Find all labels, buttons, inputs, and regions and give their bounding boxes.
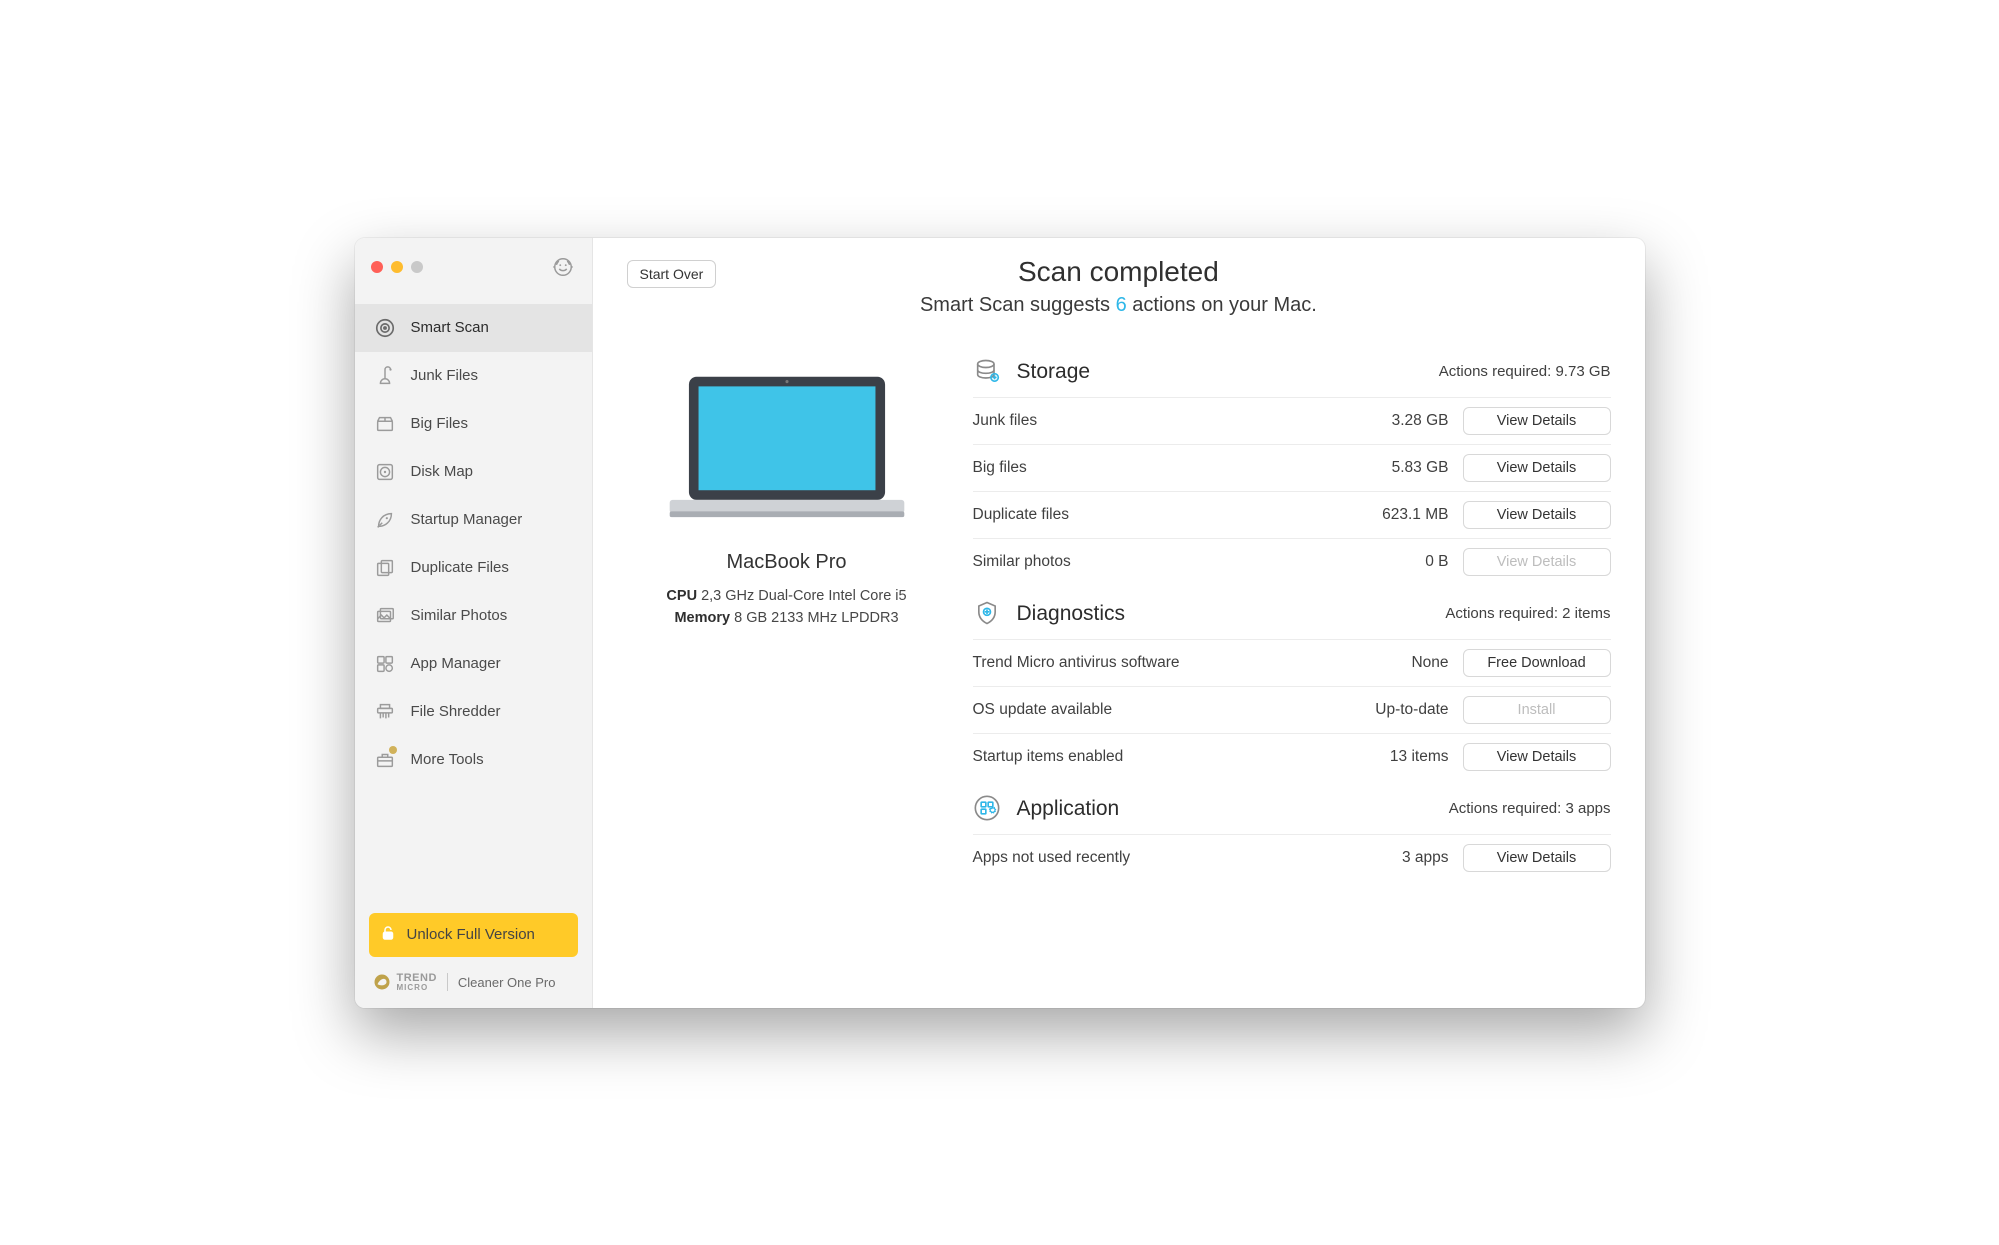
install-button: Install xyxy=(1463,696,1611,724)
section-header-application: Application Actions required: 3 apps xyxy=(973,788,1611,834)
unlock-full-version-button[interactable]: Unlock Full Version xyxy=(369,913,578,957)
sidebar-item-label: Disk Map xyxy=(411,463,474,480)
photos-icon xyxy=(373,604,397,628)
sidebar-item-app-manager[interactable]: App Manager xyxy=(355,640,592,688)
minimize-window-button[interactable] xyxy=(391,261,403,273)
view-details-button[interactable]: View Details xyxy=(1463,454,1611,482)
content-area: MacBook Pro CPU 2,3 GHz Dual-Core Intel … xyxy=(627,351,1611,984)
shredder-icon xyxy=(373,700,397,724)
apps-icon xyxy=(373,652,397,676)
device-panel: MacBook Pro CPU 2,3 GHz Dual-Core Intel … xyxy=(627,351,947,984)
sidebar: Smart Scan Junk Files Big Files Disk Map xyxy=(355,238,593,1008)
storage-icon xyxy=(973,357,1003,387)
sidebar-item-label: Startup Manager xyxy=(411,511,523,528)
section-header-diagnostics: Diagnostics Actions required: 2 items xyxy=(973,593,1611,639)
sidebar-item-label: App Manager xyxy=(411,655,501,672)
row-big-files: Big files 5.83 GB View Details xyxy=(973,444,1611,491)
brand-primary: TREND xyxy=(397,973,437,984)
target-icon xyxy=(373,316,397,340)
section-title: Application xyxy=(1017,797,1120,821)
view-details-button[interactable]: View Details xyxy=(1463,407,1611,435)
vacuum-icon xyxy=(373,364,397,388)
section-title: Storage xyxy=(1017,360,1091,384)
page-title: Scan completed xyxy=(716,256,1520,288)
disk-icon xyxy=(373,460,397,484)
row-duplicate-files: Duplicate files 623.1 MB View Details xyxy=(973,491,1611,538)
trend-micro-logo: TREND MICRO xyxy=(373,973,437,992)
sidebar-item-label: Duplicate Files xyxy=(411,559,509,576)
view-details-button[interactable]: View Details xyxy=(1463,844,1611,872)
close-window-button[interactable] xyxy=(371,261,383,273)
view-details-button: View Details xyxy=(1463,548,1611,576)
row-similar-photos: Similar photos 0 B View Details xyxy=(973,538,1611,585)
sidebar-item-file-shredder[interactable]: File Shredder xyxy=(355,688,592,736)
row-os-update: OS update available Up-to-date Install xyxy=(973,686,1611,733)
section-title: Diagnostics xyxy=(1017,602,1126,626)
app-window: Smart Scan Junk Files Big Files Disk Map xyxy=(355,238,1645,1008)
headline: Scan completed Smart Scan suggests 6 act… xyxy=(716,256,1520,317)
sidebar-item-label: Similar Photos xyxy=(411,607,508,624)
box-icon xyxy=(373,412,397,436)
view-details-button[interactable]: View Details xyxy=(1463,743,1611,771)
free-download-button[interactable]: Free Download xyxy=(1463,649,1611,677)
sidebar-nav: Smart Scan Junk Files Big Files Disk Map xyxy=(355,304,592,784)
main-content: Start Over Scan completed Smart Scan sug… xyxy=(593,238,1645,1008)
brand-secondary: MICRO xyxy=(397,984,437,992)
start-over-button[interactable]: Start Over xyxy=(627,260,717,288)
section-required: Actions required: 9.73 GB xyxy=(1439,363,1611,380)
sidebar-item-startup-manager[interactable]: Startup Manager xyxy=(355,496,592,544)
rocket-icon xyxy=(373,508,397,532)
sidebar-item-more-tools[interactable]: More Tools xyxy=(355,736,592,784)
device-name: MacBook Pro xyxy=(627,551,947,574)
maximize-window-button[interactable] xyxy=(411,261,423,273)
sidebar-item-big-files[interactable]: Big Files xyxy=(355,400,592,448)
page-subtitle: Smart Scan suggests 6 actions on your Ma… xyxy=(716,294,1520,317)
section-required: Actions required: 2 items xyxy=(1445,605,1610,622)
row-junk-files: Junk files 3.28 GB View Details xyxy=(973,397,1611,444)
topbar: Start Over Scan completed Smart Scan sug… xyxy=(627,260,1611,323)
device-memory: Memory 8 GB 2133 MHz LPDDR3 xyxy=(627,610,947,626)
divider xyxy=(447,973,448,991)
sidebar-item-label: More Tools xyxy=(411,751,484,768)
diagnostics-icon xyxy=(973,599,1003,629)
sidebar-item-label: Smart Scan xyxy=(411,319,489,336)
results-panel: Storage Actions required: 9.73 GB Junk f… xyxy=(973,351,1611,984)
notification-dot-icon xyxy=(389,746,397,754)
row-antivirus: Trend Micro antivirus software None Free… xyxy=(973,639,1611,686)
unlock-label: Unlock Full Version xyxy=(407,926,535,943)
application-icon xyxy=(973,794,1003,824)
sidebar-item-similar-photos[interactable]: Similar Photos xyxy=(355,592,592,640)
sidebar-footer: Unlock Full Version TREND MICRO Cleaner … xyxy=(355,913,592,1008)
sidebar-item-smart-scan[interactable]: Smart Scan xyxy=(355,304,592,352)
device-cpu: CPU 2,3 GHz Dual-Core Intel Core i5 xyxy=(627,588,947,604)
section-header-storage: Storage Actions required: 9.73 GB xyxy=(973,351,1611,397)
view-details-button[interactable]: View Details xyxy=(1463,501,1611,529)
duplicate-icon xyxy=(373,556,397,580)
sidebar-item-label: File Shredder xyxy=(411,703,501,720)
sidebar-item-junk-files[interactable]: Junk Files xyxy=(355,352,592,400)
action-count: 6 xyxy=(1116,294,1127,316)
support-icon[interactable] xyxy=(550,254,576,280)
brand-footer: TREND MICRO Cleaner One Pro xyxy=(369,973,578,992)
sidebar-item-label: Junk Files xyxy=(411,367,479,384)
sidebar-item-label: Big Files xyxy=(411,415,469,432)
section-required: Actions required: 3 apps xyxy=(1449,800,1611,817)
laptop-illustration xyxy=(662,371,912,530)
sidebar-item-disk-map[interactable]: Disk Map xyxy=(355,448,592,496)
sidebar-item-duplicate-files[interactable]: Duplicate Files xyxy=(355,544,592,592)
product-name: Cleaner One Pro xyxy=(458,975,556,990)
window-controls xyxy=(355,238,592,290)
row-startup-items: Startup items enabled 13 items View Deta… xyxy=(973,733,1611,780)
unlock-icon xyxy=(379,924,397,946)
row-unused-apps: Apps not used recently 3 apps View Detai… xyxy=(973,834,1611,881)
